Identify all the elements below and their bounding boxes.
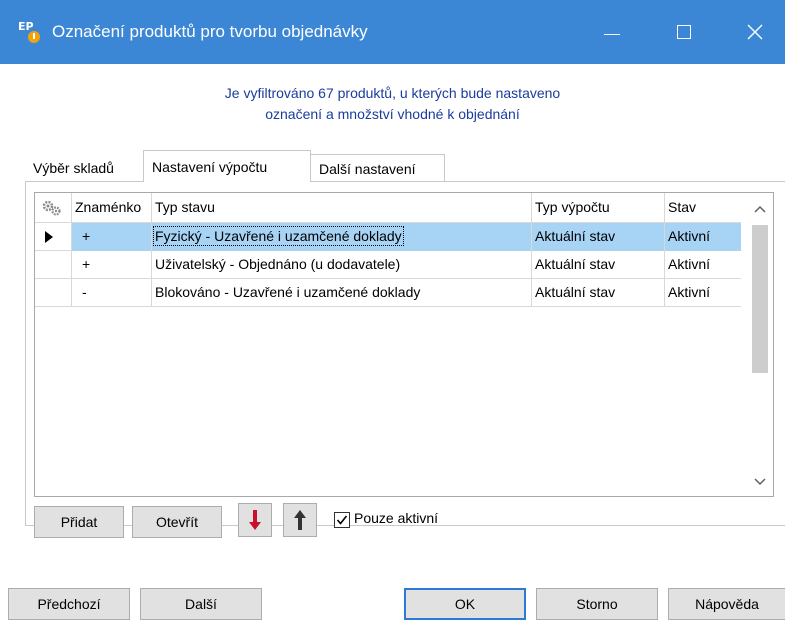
chevron-up-icon [753, 205, 766, 213]
arrow-up-icon [294, 510, 306, 530]
row-indicator [35, 251, 72, 279]
row-indicator [35, 223, 72, 251]
cell-calc[interactable]: Aktuální stav [532, 223, 665, 251]
minimize-icon [604, 33, 620, 35]
scroll-up-button[interactable] [744, 195, 773, 223]
close-icon [747, 24, 763, 40]
col-header-calc[interactable]: Typ výpočtu [532, 193, 665, 223]
table-row[interactable]: - Blokováno - Uzavřené i uzamčené doklad… [35, 279, 741, 307]
cell-type-text: Uživatelský - Objednáno (u dodavatele) [155, 256, 401, 272]
ok-button[interactable]: OK [404, 588, 526, 620]
cell-stav[interactable]: Aktivní [665, 223, 741, 251]
chevron-down-icon [753, 478, 766, 486]
move-down-button[interactable] [238, 503, 272, 537]
move-up-button[interactable] [283, 503, 317, 537]
cell-sign[interactable]: - [72, 279, 152, 307]
tab-vyber-skladu[interactable]: Výběr skladů [25, 154, 143, 182]
scroll-thumb[interactable] [752, 225, 768, 373]
cell-sign[interactable]: + [72, 223, 152, 251]
maximize-icon [677, 25, 691, 39]
app-icon: EP [18, 20, 42, 44]
only-active-checkbox[interactable] [334, 512, 350, 528]
next-button[interactable]: Další [140, 588, 262, 620]
col-header-type[interactable]: Typ stavu [152, 193, 532, 223]
grid-settings-header[interactable] [35, 193, 72, 223]
cell-calc[interactable]: Aktuální stav [532, 279, 665, 307]
previous-button[interactable]: Předchozí [8, 588, 130, 620]
cell-stav[interactable]: Aktivní [665, 279, 741, 307]
close-button[interactable] [725, 8, 785, 56]
scroll-down-button[interactable] [744, 468, 773, 496]
cell-type-text: Fyzický - Uzavřené i uzamčené doklady [153, 226, 404, 246]
open-button[interactable]: Otevřít [132, 506, 222, 538]
cell-sign[interactable]: + [72, 251, 152, 279]
checkmark-icon [336, 515, 348, 525]
grid-header: Znaménko Typ stavu Typ výpočtu Stav [35, 193, 741, 223]
minimize-button[interactable] [582, 8, 642, 56]
vertical-scrollbar[interactable] [744, 193, 773, 496]
cell-type[interactable]: Uživatelský - Objednáno (u dodavatele) [152, 251, 532, 279]
current-row-icon [45, 231, 53, 243]
filter-info-line2: označení a množství vhodné k objednání [265, 106, 520, 122]
states-grid[interactable]: Znaménko Typ stavu Typ výpočtu Stav + Fy… [34, 192, 774, 497]
table-row[interactable]: + Fyzický - Uzavřené i uzamčené doklady … [35, 223, 741, 251]
cancel-button[interactable]: Storno [536, 588, 658, 620]
help-button[interactable]: Nápověda [668, 588, 785, 620]
table-row[interactable]: + Uživatelský - Objednáno (u dodavatele)… [35, 251, 741, 279]
row-indicator [35, 279, 72, 307]
title-bar[interactable]: EP Označení produktů pro tvorbu objednáv… [0, 0, 785, 64]
cell-type[interactable]: Fyzický - Uzavřené i uzamčené doklady [152, 223, 532, 251]
only-active-label[interactable]: Pouze aktivní [354, 510, 438, 526]
cell-type[interactable]: Blokováno - Uzavřené i uzamčené doklady [152, 279, 532, 307]
col-header-sign[interactable]: Znaménko [72, 193, 152, 223]
filter-info: Je vyfiltrováno 67 produktů, u kterých b… [0, 83, 785, 125]
filter-info-line1: Je vyfiltrováno 67 produktů, u kterých b… [224, 85, 561, 101]
cell-type-text: Blokováno - Uzavřené i uzamčené doklady [155, 284, 421, 300]
window-title: Označení produktů pro tvorbu objednávky [52, 22, 368, 41]
col-header-stav[interactable]: Stav [665, 193, 741, 223]
cell-stav[interactable]: Aktivní [665, 251, 741, 279]
tab-dalsi-nastaveni[interactable]: Další nastavení [310, 154, 445, 182]
gears-icon [42, 200, 61, 216]
maximize-button[interactable] [654, 8, 714, 56]
add-button[interactable]: Přidat [34, 506, 124, 538]
cell-calc[interactable]: Aktuální stav [532, 251, 665, 279]
tab-nastaveni-vypoctu[interactable]: Nastavení výpočtu [143, 150, 311, 182]
arrow-down-icon [249, 510, 261, 530]
